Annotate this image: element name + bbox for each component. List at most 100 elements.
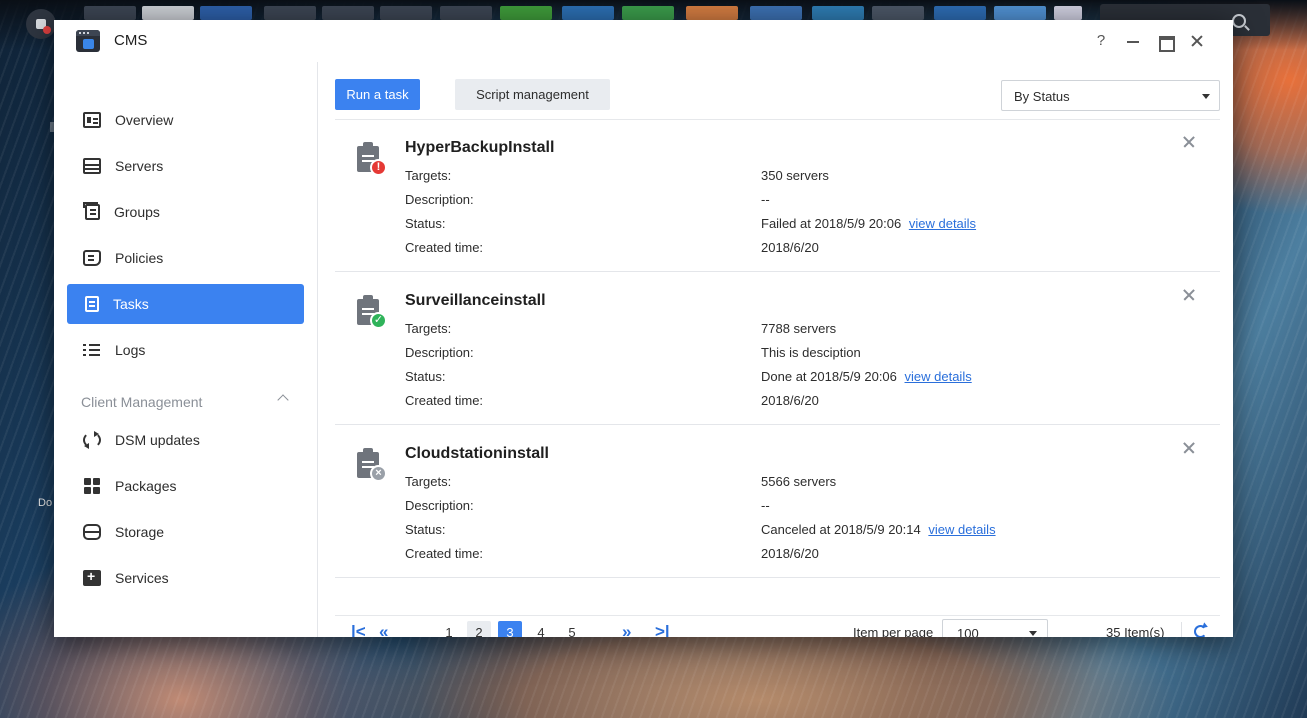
taskbar-app-icon[interactable] — [1054, 6, 1082, 20]
window-title: CMS — [114, 32, 148, 49]
taskbar-app-icon[interactable] — [380, 6, 432, 20]
taskbar-app-icon[interactable] — [622, 6, 674, 20]
refresh-icon[interactable] — [1194, 625, 1207, 637]
error-badge-icon: ! — [370, 159, 387, 176]
taskbar-app-icon[interactable] — [142, 6, 194, 20]
taskbar-app-icon[interactable] — [264, 6, 316, 20]
chevron-up-icon[interactable] — [277, 394, 289, 406]
targets-label: Targets: — [405, 321, 452, 336]
refresh-icon — [83, 431, 101, 449]
task-card: × Cloudstationinstall Targets: 5566 serv… — [335, 426, 1220, 578]
page-button-current[interactable]: 3 — [498, 621, 522, 637]
sidebar-item-storage[interactable]: Storage — [67, 512, 304, 552]
title-bar[interactable]: CMS ? — [54, 20, 1233, 62]
next-page-icon[interactable]: » — [622, 622, 631, 637]
sidebar-item-packages[interactable]: Packages — [67, 466, 304, 506]
cms-window: CMS ? Overview Servers Groups Policies T… — [54, 20, 1233, 637]
search-icon[interactable] — [1232, 14, 1246, 28]
close-icon[interactable] — [1181, 440, 1197, 456]
close-icon[interactable] — [1186, 30, 1208, 52]
prev-page-icon[interactable]: « — [379, 622, 388, 637]
taskbar-app-icon[interactable] — [934, 6, 986, 20]
task-clipboard-icon: ! — [357, 142, 387, 176]
last-page-icon[interactable]: >| — [655, 622, 670, 637]
targets-label: Targets: — [405, 474, 452, 489]
task-name: HyperBackupInstall — [405, 139, 555, 156]
task-card: ! HyperBackupInstall Targets: 350 server… — [335, 120, 1220, 272]
page-button[interactable]: 5 — [560, 621, 584, 637]
status-filter-select[interactable]: By Status — [1001, 80, 1220, 111]
description-label: Description: — [405, 192, 474, 207]
view-details-link[interactable]: view details — [905, 369, 972, 384]
status-text: Canceled at 2018/5/9 20:14 — [761, 522, 921, 537]
sidebar-item-logs[interactable]: Logs — [67, 330, 304, 370]
taskbar-app-icon[interactable] — [562, 6, 614, 20]
status-label: Status: — [405, 369, 446, 384]
packages-icon — [83, 478, 101, 494]
created-label: Created time: — [405, 546, 484, 561]
status-value: Failed at 2018/5/9 20:06 view details — [761, 216, 976, 231]
status-text: Done at 2018/5/9 20:06 — [761, 369, 897, 384]
maximize-icon[interactable] — [1154, 30, 1176, 52]
status-label: Status: — [405, 522, 446, 537]
sidebar-item-services[interactable]: Services — [67, 558, 304, 598]
taskbar-app-icon[interactable] — [686, 6, 738, 20]
main-content: Run a task Script management By Status !… — [319, 62, 1233, 637]
sidebar-item-dsm-updates[interactable]: DSM updates — [67, 420, 304, 460]
taskbar-app-icon[interactable] — [994, 6, 1046, 20]
taskbar-app-icon[interactable] — [84, 6, 136, 20]
task-name: Surveillanceinstall — [405, 292, 546, 309]
page-button[interactable]: 1 — [437, 621, 461, 637]
taskbar-app-icon[interactable] — [200, 6, 252, 20]
created-value: 2018/6/20 — [761, 240, 819, 255]
policies-icon — [83, 250, 101, 266]
script-management-button[interactable]: Script management — [455, 79, 610, 110]
sidebar-item-servers[interactable]: Servers — [67, 146, 304, 186]
taskbar-app-icon[interactable] — [812, 6, 864, 20]
created-value: 2018/6/20 — [761, 393, 819, 408]
pagination-bar: |< « 1 2 3 4 5 » >| Item per page 100 35… — [335, 615, 1220, 637]
page-button[interactable]: 4 — [529, 621, 553, 637]
created-label: Created time: — [405, 393, 484, 408]
targets-value: 7788 servers — [761, 321, 837, 336]
task-clipboard-icon: × — [357, 448, 387, 482]
taskbar-app-icon[interactable] — [500, 6, 552, 20]
items-per-page-select[interactable]: 100 — [942, 619, 1048, 637]
help-icon[interactable]: ? — [1090, 30, 1112, 52]
close-icon[interactable] — [1181, 287, 1197, 303]
sidebar-item-groups[interactable]: Groups — [67, 192, 304, 232]
sidebar-item-label: Groups — [114, 204, 160, 220]
taskbar-app-icon[interactable] — [322, 6, 374, 20]
view-details-link[interactable]: view details — [928, 522, 995, 537]
overview-icon — [83, 112, 101, 128]
first-page-icon[interactable]: |< — [351, 622, 366, 637]
page-button[interactable]: 2 — [467, 621, 491, 637]
storage-icon — [83, 524, 101, 540]
task-card: ✓ Surveillanceinstall Targets: 7788 serv… — [335, 273, 1220, 425]
sidebar-item-label: Policies — [115, 250, 164, 266]
status-filter-value: By Status — [1014, 89, 1070, 104]
sidebar-item-label: Logs — [115, 342, 146, 358]
minimize-icon[interactable] — [1122, 30, 1144, 52]
view-details-link[interactable]: view details — [909, 216, 976, 231]
divider — [1181, 622, 1182, 637]
created-value: 2018/6/20 — [761, 546, 819, 561]
items-per-page-value: 100 — [957, 626, 979, 637]
taskbar-app-icon[interactable] — [750, 6, 802, 20]
main-menu-icon[interactable] — [26, 9, 56, 39]
close-icon[interactable] — [1181, 134, 1197, 150]
chevron-down-icon — [1202, 94, 1210, 99]
taskbar-app-icon[interactable] — [440, 6, 492, 20]
task-clipboard-icon: ✓ — [357, 295, 387, 329]
sidebar-item-policies[interactable]: Policies — [67, 238, 304, 278]
services-icon — [83, 568, 101, 586]
status-value: Canceled at 2018/5/9 20:14 view details — [761, 522, 996, 537]
chevron-down-icon — [1029, 631, 1037, 636]
sidebar-item-tasks[interactable]: Tasks — [67, 284, 304, 324]
taskbar-app-icon[interactable] — [872, 6, 924, 20]
run-task-button[interactable]: Run a task — [335, 79, 420, 110]
desktop-icon-label[interactable]: Do — [38, 497, 52, 509]
sidebar-item-label: Storage — [115, 524, 165, 540]
sidebar-item-label: Services — [115, 570, 169, 586]
sidebar-item-overview[interactable]: Overview — [67, 100, 304, 140]
